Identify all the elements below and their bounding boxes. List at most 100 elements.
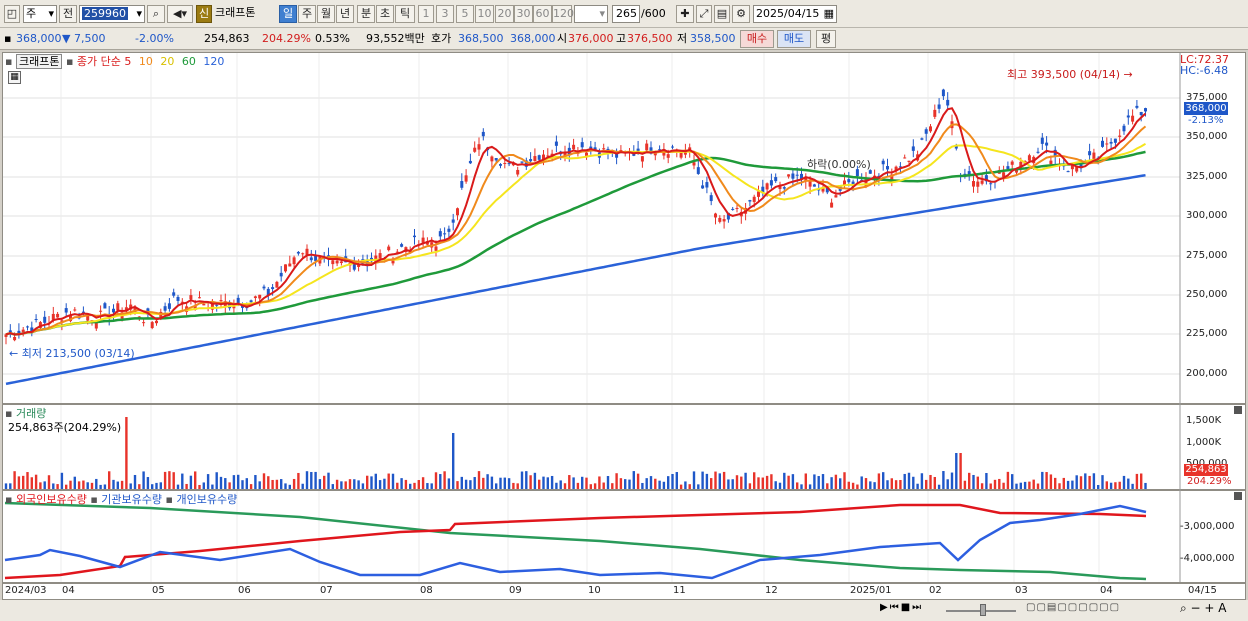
candle-body [834,195,838,198]
y-tick: 375,000 [1186,92,1228,103]
volume-bar [460,476,463,489]
volume-bar [765,475,769,489]
volume-bar [585,477,588,489]
candle-body [701,185,705,189]
volume-bar [920,473,924,489]
volume-bar [413,482,416,489]
volume-bar [864,478,868,489]
tool-icons[interactable]: ▢▢▤▢▢▢▢▢▢ [1026,602,1120,613]
volume-bar [108,471,111,489]
volume-bar [985,473,988,489]
candle-body [21,329,25,332]
volume-bar [903,473,906,489]
candle-body [645,143,649,151]
volume-bar [563,483,567,489]
arrow-right-icon: → [1123,68,1133,81]
volume-bar [568,475,571,489]
volume-bar [163,471,167,489]
volume-bar [916,483,919,489]
volume-bar [533,472,537,489]
candle-body [1113,138,1117,143]
panel-close-icon[interactable] [1234,406,1242,414]
candle-body [499,164,502,166]
zoom-slider-handle[interactable] [980,604,986,616]
volume-bar [421,477,425,489]
candle-body [516,169,520,175]
zoom-controls[interactable]: ⌕ − + A [1180,601,1226,616]
volume-bar [555,482,558,489]
volume-bar [731,479,734,489]
volume-bar [667,476,670,489]
volume-bar [284,483,287,489]
candle-body [443,233,447,235]
volume-bar [817,476,820,489]
volume-bar [1114,482,1117,489]
candle-body [163,306,167,311]
stock-name-tag: 크래프톤 [15,54,63,69]
volume-bar [959,453,962,489]
candle-body [155,320,158,324]
play-controls[interactable]: ▶⏮■⏭ [880,602,923,613]
x-tick: 04 [1100,585,1113,596]
candle-body [1139,112,1143,116]
volume-bar [370,476,373,489]
volume-bar [241,480,244,489]
volume-bar [430,483,433,489]
volume-y-tick: 1,500K [1186,415,1222,426]
individual-legend: 개인보유수량 [176,493,238,506]
candle-body [769,180,773,186]
volume-bar [34,474,38,489]
candle-body [292,257,296,265]
candle-body [1118,135,1122,137]
candle-body [26,326,29,328]
volume-bar [417,480,420,489]
volume-bar [899,479,902,489]
volume-bar [194,471,197,489]
volume-bar [1036,483,1040,489]
ma20-label: 20 [160,55,175,68]
high-note: 최고 393,500 (04/14) → [1007,66,1133,82]
candle-body [714,213,717,218]
ma120-line [5,173,1146,386]
volume-bar [482,477,485,489]
volume-bar [744,472,747,489]
volume-bar [774,481,777,489]
volume-bar [907,472,911,489]
candle-body [774,177,778,182]
volume-bar [589,484,592,489]
volume-bar [581,476,584,489]
candle-body [236,297,240,304]
candle-body [456,208,459,216]
chart-canvas[interactable] [0,0,1248,621]
panel-close-icon[interactable] [1234,492,1242,500]
volume-bar [452,433,455,489]
volume-bar [529,475,532,489]
volume-bar [963,480,967,489]
volume-bar [976,476,979,489]
candle-body [400,244,404,247]
candle-body [1049,160,1053,165]
arrow-left-icon: ← [9,347,19,360]
candle-body [1126,115,1130,118]
candle-body [56,313,60,318]
volume-bar [1062,477,1065,489]
candle-body [258,294,262,299]
volume-bar [636,473,640,489]
candle-body [189,295,193,300]
x-tick-right: 04/15 [1188,585,1217,596]
y-tick: 350,000 [1186,131,1228,142]
volume-bar [103,484,107,489]
table-icon[interactable]: ▦ [8,71,21,84]
volume-bar [292,478,296,489]
candle-body [116,303,120,311]
candle-body [271,287,275,290]
volume-bar [980,483,984,489]
candle-body [924,129,928,134]
volume-bar [847,481,850,489]
volume-bar [374,473,377,489]
ma10-line [5,123,1147,336]
volume-bar [447,478,451,489]
candle-body [112,308,115,313]
candle-body [765,183,769,190]
candle-body [473,147,477,152]
